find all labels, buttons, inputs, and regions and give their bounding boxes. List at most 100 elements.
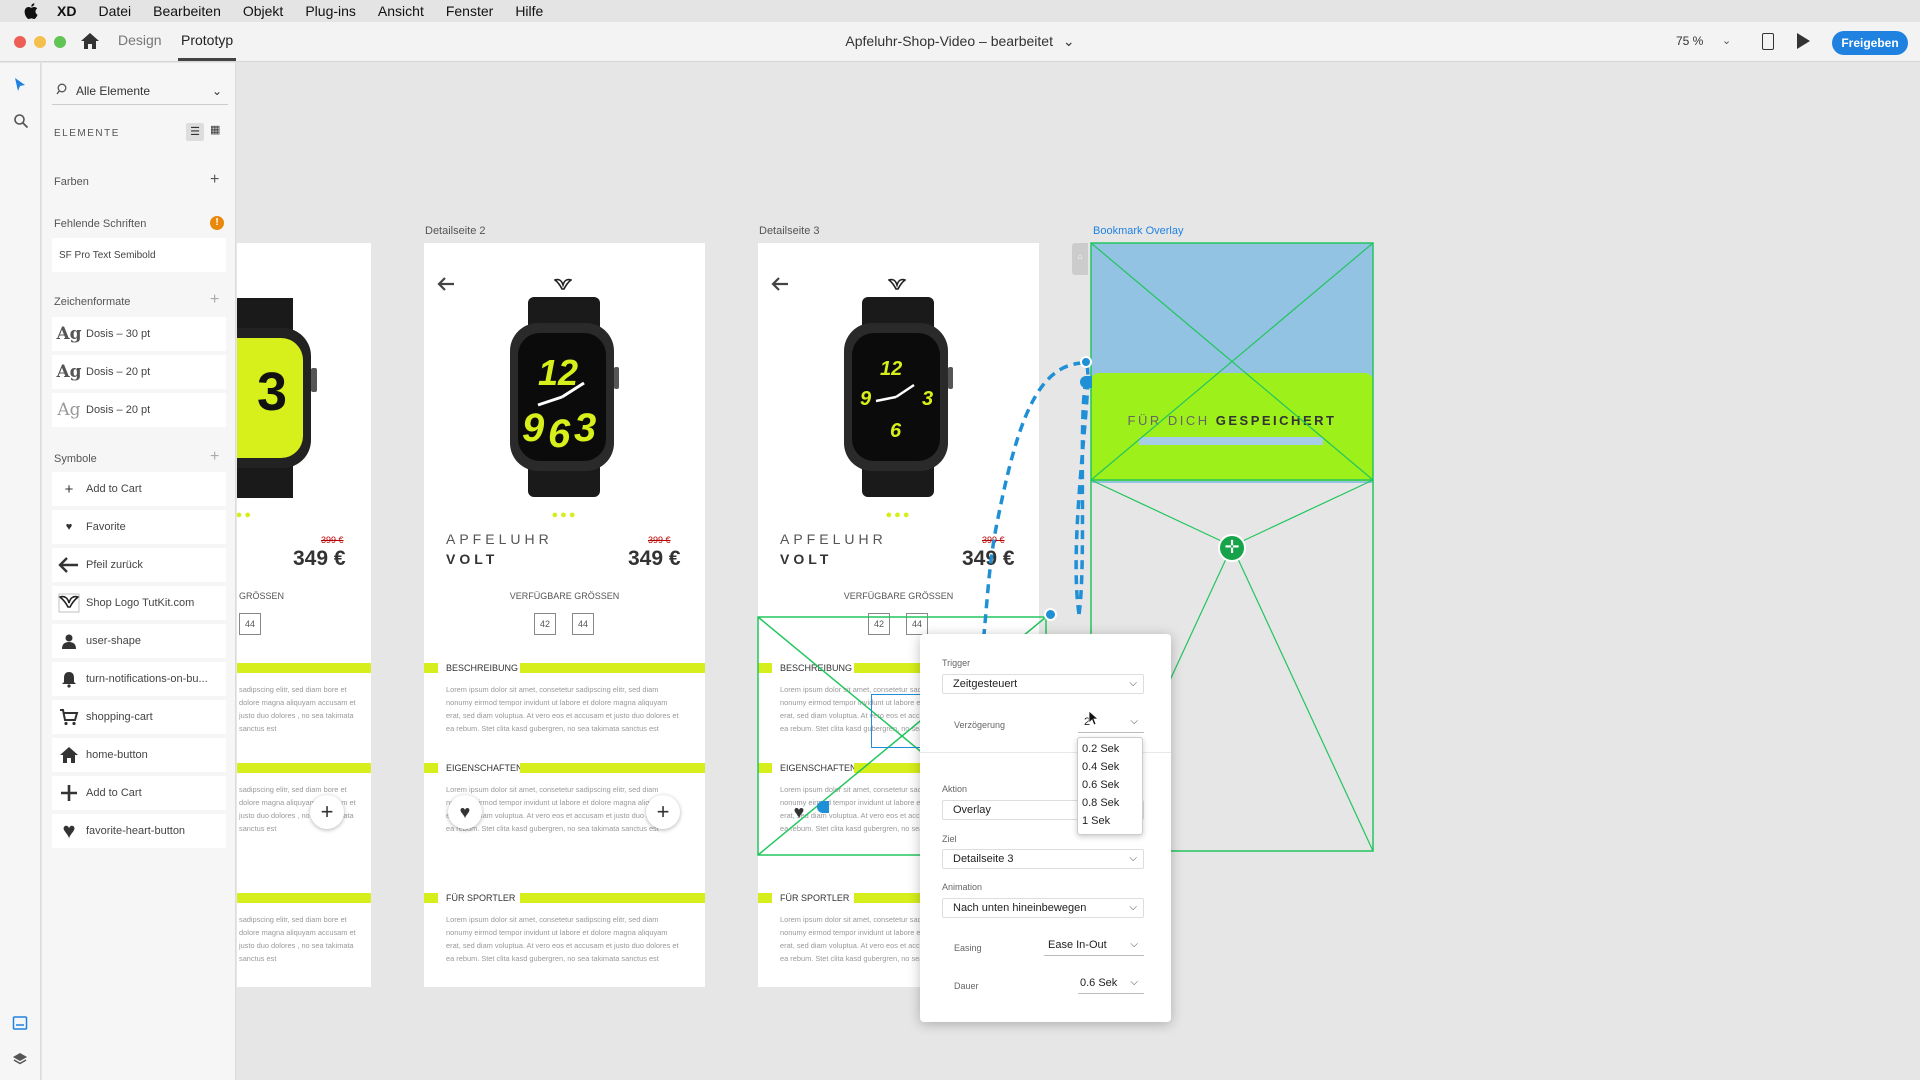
tool-bar: [0, 63, 41, 1080]
target-label: Ziel: [942, 834, 957, 844]
duration-label: Dauer: [954, 981, 979, 991]
symbol-item[interactable]: ♥ favorite-heart-button: [52, 814, 226, 848]
section-sport: FÜR SPORTLER: [424, 893, 705, 903]
favorite-heart-button[interactable]: ♥: [448, 795, 482, 829]
text-style-icon: Ag: [57, 400, 81, 420]
arrow-left-icon[interactable]: [436, 275, 456, 298]
add-symbol-icon[interactable]: +: [210, 448, 219, 466]
old-price: 399 €: [321, 535, 344, 545]
section-title: FÜR SPORTLER: [780, 893, 850, 903]
trigger-select[interactable]: Zeitgesteuert ⌵: [942, 674, 1144, 694]
symbol-item[interactable]: Add to Cart: [52, 776, 226, 810]
symbol-item[interactable]: home-button: [52, 738, 226, 772]
menu-plugins[interactable]: Plug-ins: [294, 3, 367, 19]
delay-option[interactable]: 0.8 Sek: [1078, 794, 1142, 812]
menu-datei[interactable]: Datei: [87, 3, 142, 19]
svg-text:12: 12: [538, 352, 578, 393]
animation-select[interactable]: Nach unten hineinbewegen ⌵: [942, 898, 1144, 918]
symbol-item[interactable]: Pfeil zurück: [52, 548, 226, 582]
layers-panel-icon[interactable]: [12, 1051, 28, 1072]
arrow-left-icon[interactable]: [770, 275, 790, 298]
delay-option[interactable]: 0.2 Sek: [1078, 740, 1142, 758]
symbol-item[interactable]: shopping-cart: [52, 700, 226, 734]
symbol-label: Pfeil zurück: [86, 559, 143, 571]
chevron-down-icon: ⌵: [1130, 977, 1138, 988]
cursor-icon: [1088, 710, 1100, 726]
size-option[interactable]: 44: [239, 613, 261, 635]
wire-source-handle[interactable]: [1044, 608, 1057, 621]
lorem-text: Lorem ipsum dolor sit amet, consetetur s…: [446, 685, 679, 733]
size-option[interactable]: 42: [534, 613, 556, 635]
share-button[interactable]: Freigeben: [1832, 31, 1908, 55]
menu-fenster[interactable]: Fenster: [435, 3, 504, 19]
action-label: Aktion: [942, 784, 968, 794]
menu-hilfe[interactable]: Hilfe: [504, 3, 554, 19]
wire-source-handle[interactable]: [1080, 376, 1092, 388]
asset-filter-value: Alle Elemente: [76, 83, 151, 98]
symbol-label: shopping-cart: [86, 711, 153, 723]
artboard-label-2[interactable]: Detailseite 2: [425, 225, 486, 237]
document-title[interactable]: Apfeluhr-Shop-Video – bearbeitet ⌄: [0, 33, 1920, 50]
play-icon[interactable]: [1797, 33, 1810, 49]
old-price: 399 €: [648, 535, 671, 545]
menu-objekt[interactable]: Objekt: [232, 3, 294, 19]
easing-label: Easing: [954, 943, 982, 953]
symbol-label: turn-notifications-on-bu...: [86, 673, 208, 685]
add-to-cart-button[interactable]: +: [310, 795, 344, 829]
add-char-style-icon[interactable]: +: [210, 291, 219, 309]
char-style-item[interactable]: Ag Dosis – 30 pt: [52, 317, 226, 351]
duration-select[interactable]: 0.6 Sek ⌵: [1078, 974, 1144, 994]
size-option[interactable]: 44: [572, 613, 594, 635]
menu-bearbeiten[interactable]: Bearbeiten: [142, 3, 232, 19]
symbol-item[interactable]: user-shape: [52, 624, 226, 658]
symbol-label: Shop Logo TutKit.com: [86, 597, 195, 609]
device-preview-icon[interactable]: [1762, 33, 1774, 50]
list-view-icon[interactable]: ☰: [186, 123, 204, 141]
zoom-level[interactable]: 75 %: [1676, 34, 1703, 48]
symbol-item[interactable]: ♥ Favorite: [52, 510, 226, 544]
missing-font-item[interactable]: SF Pro Text Semibold: [52, 238, 226, 272]
move-handle-icon[interactable]: ✛: [1218, 534, 1246, 562]
apple-icon[interactable]: [16, 3, 46, 19]
search-icon: [56, 83, 68, 98]
target-select[interactable]: Detailseite 3 ⌵: [942, 849, 1144, 869]
lorem-text: Lorem ipsum dolor sit amet, consetetur s…: [446, 915, 679, 963]
char-style-item[interactable]: Ag Dosis – 20 pt: [52, 393, 226, 427]
delay-option[interactable]: 0.4 Sek: [1078, 758, 1142, 776]
artboard-label-3[interactable]: Detailseite 3: [759, 225, 820, 237]
symbols-heading: Symbole: [54, 453, 97, 465]
char-style-label: Dosis – 20 pt: [86, 404, 151, 416]
menu-app[interactable]: XD: [46, 3, 87, 19]
symbol-item[interactable]: turn-notifications-on-bu...: [52, 662, 226, 696]
lorem-text: sadipscing elitr, sed diam bore et dolor…: [239, 785, 356, 833]
artboard-detail-2[interactable]: 12 9 6 3 ●●● APFELUHR VOLT 399 € 349 € V…: [424, 243, 705, 987]
symbol-label: user-shape: [86, 635, 142, 647]
wire-target-handle[interactable]: [1080, 356, 1092, 368]
artboard-label-overlay[interactable]: Bookmark Overlay: [1093, 225, 1183, 237]
asset-filter[interactable]: Alle Elemente ⌄: [52, 77, 228, 105]
grid-view-icon[interactable]: ▦: [210, 123, 220, 136]
easing-select[interactable]: Ease In-Out ⌵: [1044, 936, 1144, 956]
symbol-item[interactable]: Shop Logo TutKit.com: [52, 586, 226, 620]
char-style-item[interactable]: Ag Dosis – 20 pt: [52, 355, 226, 389]
symbol-item[interactable]: + Add to Cart: [52, 472, 226, 506]
menu-ansicht[interactable]: Ansicht: [367, 3, 435, 19]
add-to-cart-button[interactable]: +: [646, 795, 680, 829]
delay-option[interactable]: 1 Sek: [1078, 812, 1142, 830]
product-model: VOLT: [780, 551, 833, 567]
assets-panel-icon[interactable]: [12, 1015, 28, 1036]
chevron-down-icon[interactable]: ⌄: [1722, 34, 1731, 47]
chevron-down-icon: ⌵: [1130, 939, 1138, 950]
wire-source-handle[interactable]: [817, 801, 829, 813]
section-title: EIGENSCHAFTEN: [446, 763, 523, 773]
select-tool-icon[interactable]: [13, 77, 27, 98]
product-name: APFELUHR VOLT: [446, 529, 553, 569]
artboard-detail-1[interactable]: 3 ●●● 399 € 349 € GRÖSSEN 44 sadipscing …: [237, 243, 371, 987]
easing-value: Ease In-Out: [1048, 939, 1107, 951]
home-icon[interactable]: ⌂: [1072, 243, 1088, 275]
delay-option[interactable]: 0.6 Sek: [1078, 776, 1142, 794]
add-color-icon[interactable]: +: [210, 171, 219, 189]
logo-icon: [553, 277, 573, 298]
zoom-tool-icon[interactable]: [13, 113, 29, 134]
text-style-icon: Ag: [56, 324, 82, 344]
